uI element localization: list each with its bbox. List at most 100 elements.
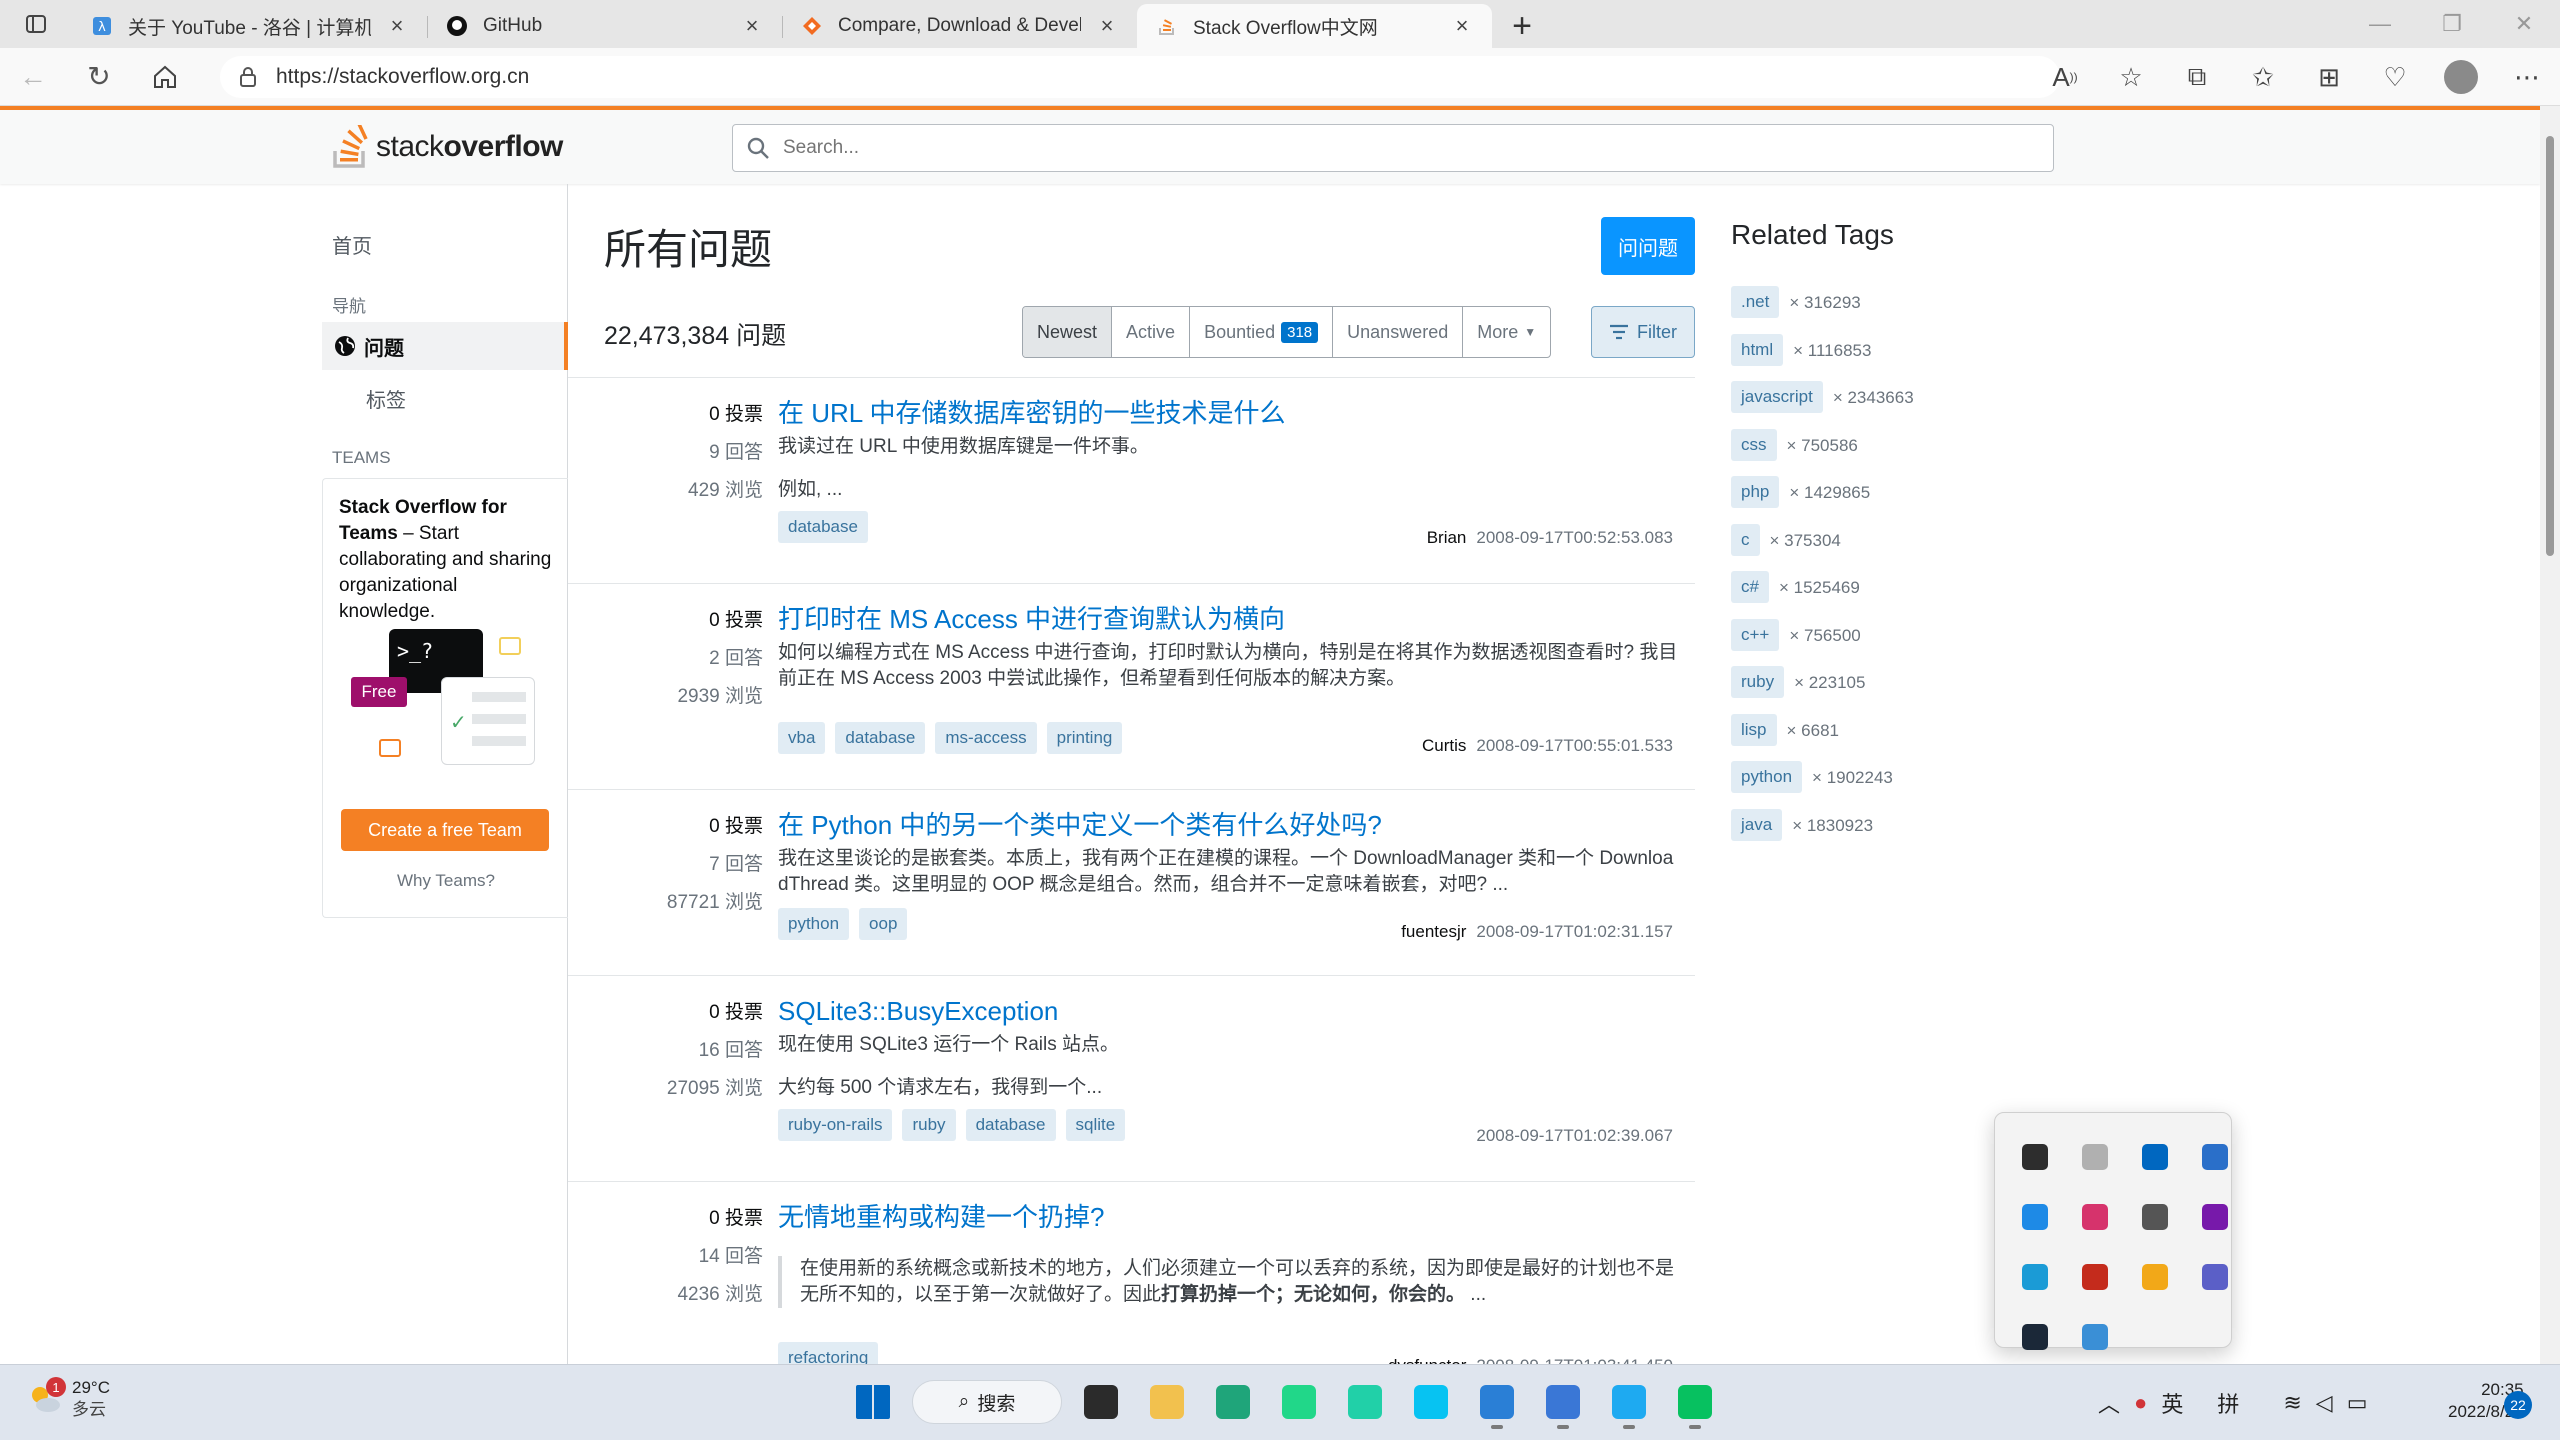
remote-desktop-taskbar-button[interactable] bbox=[1470, 1375, 1524, 1429]
question-title-link[interactable]: 在 URL 中存储数据库密钥的一些技术是什么 bbox=[778, 396, 1678, 430]
user-link[interactable]: fuentesjr bbox=[1401, 922, 1466, 941]
favorites-icon[interactable]: ✩ bbox=[2230, 48, 2296, 106]
weather-widget[interactable]: 1 29°C 多云 bbox=[26, 1377, 110, 1421]
tag-link[interactable]: vba bbox=[778, 722, 826, 754]
tray-item[interactable] bbox=[2129, 1127, 2181, 1187]
more-options-icon[interactable]: ⋯ bbox=[2494, 48, 2560, 106]
page-scrollbar[interactable] bbox=[2540, 106, 2560, 1364]
start-taskbar-button[interactable] bbox=[846, 1375, 900, 1429]
tray-item[interactable] bbox=[2009, 1187, 2061, 1247]
search-input[interactable] bbox=[783, 137, 2053, 159]
minimize-icon[interactable]: — bbox=[2344, 0, 2416, 48]
file-explorer-taskbar-button[interactable] bbox=[1140, 1375, 1194, 1429]
tray-item[interactable] bbox=[2069, 1127, 2121, 1187]
tag-link[interactable]: python bbox=[1731, 761, 1803, 793]
new-tab-button[interactable]: + bbox=[1492, 4, 1552, 48]
qq-tray-icon[interactable]: ● bbox=[2134, 1390, 2147, 1416]
tray-item[interactable] bbox=[2009, 1247, 2061, 1307]
tab-newest[interactable]: Newest bbox=[1023, 307, 1113, 357]
tag-link[interactable]: ms-access bbox=[935, 722, 1037, 754]
add-favorite-icon[interactable]: ☆ bbox=[2098, 48, 2164, 106]
refresh-button[interactable]: ↻ bbox=[66, 48, 132, 106]
pycharm-taskbar-button[interactable] bbox=[1272, 1375, 1326, 1429]
tag-link[interactable]: java bbox=[1731, 808, 1783, 841]
read-aloud-icon[interactable]: A)) bbox=[2032, 48, 2098, 106]
home-button[interactable] bbox=[132, 48, 198, 106]
tag-link[interactable]: python bbox=[778, 908, 850, 940]
tab-active[interactable]: Active bbox=[1112, 307, 1191, 357]
nav-home-link[interactable]: 首页 bbox=[332, 230, 372, 259]
tray-item[interactable] bbox=[2189, 1247, 2241, 1307]
tray-item[interactable] bbox=[2069, 1307, 2121, 1367]
tray-item[interactable] bbox=[2069, 1187, 2121, 1247]
tag-link[interactable]: php bbox=[1731, 476, 1780, 508]
create-team-button[interactable]: Create a free Team bbox=[341, 809, 549, 851]
browser-tab-luogu[interactable]: λ 关于 YouTube - 洛谷 | 计算机科学 × bbox=[72, 4, 427, 48]
profile-button[interactable] bbox=[2428, 48, 2494, 106]
question-title-link[interactable]: 打印时在 MS Access 中进行查询默认为横向 bbox=[778, 602, 1678, 636]
tag-link[interactable]: oop bbox=[859, 908, 908, 940]
tag-link[interactable]: c++ bbox=[1731, 618, 1780, 651]
close-tab-icon[interactable]: × bbox=[1450, 13, 1474, 39]
collections-icon[interactable]: ⊞ bbox=[2296, 48, 2362, 106]
browser-tab-stackoverflow[interactable]: Stack Overflow中文网 × bbox=[1137, 4, 1492, 48]
user-link[interactable]: Curtis bbox=[1422, 736, 1466, 755]
tab-actions-button[interactable] bbox=[0, 0, 72, 48]
close-window-icon[interactable]: ✕ bbox=[2488, 0, 2560, 48]
close-tab-icon[interactable]: × bbox=[740, 13, 764, 39]
wechat-taskbar-button[interactable] bbox=[1668, 1375, 1722, 1429]
battery-icon[interactable]: ▭ bbox=[2347, 1390, 2368, 1416]
user-link[interactable]: Brian bbox=[1427, 528, 1467, 547]
tray-item[interactable] bbox=[2189, 1127, 2241, 1187]
nav-tags-link[interactable]: 标签 bbox=[366, 384, 406, 413]
chevron-up-icon[interactable]: ︿ bbox=[2098, 1387, 2120, 1419]
extensions-icon[interactable]: ⧉ bbox=[2164, 48, 2230, 106]
ime-mode[interactable]: 拼 bbox=[2217, 1387, 2239, 1419]
task-view-taskbar-button[interactable] bbox=[1074, 1375, 1128, 1429]
question-title-link[interactable]: 在 Python 中的另一个类中定义一个类有什么好处吗? bbox=[778, 808, 1678, 842]
browser-tab-github[interactable]: GitHub × bbox=[427, 4, 782, 48]
volume-icon[interactable]: ◁ bbox=[2316, 1390, 2333, 1416]
tag-link[interactable]: html bbox=[1731, 333, 1784, 366]
performance-icon[interactable]: ♡ bbox=[2362, 48, 2428, 106]
why-teams-link[interactable]: Why Teams? bbox=[323, 871, 569, 891]
wifi-icon[interactable]: ≋ bbox=[2283, 1390, 2301, 1416]
qq-taskbar-button[interactable] bbox=[1602, 1375, 1656, 1429]
tag-link[interactable]: .net bbox=[1731, 286, 1780, 318]
close-tab-icon[interactable]: × bbox=[385, 13, 409, 39]
tag-link[interactable]: c bbox=[1731, 523, 1760, 556]
ask-question-button[interactable]: 问问题 bbox=[1601, 217, 1695, 275]
tab-more[interactable]: More ▼ bbox=[1463, 307, 1550, 357]
tag-link[interactable]: css bbox=[1731, 428, 1777, 461]
back-button[interactable]: ← bbox=[0, 48, 66, 106]
maximize-icon[interactable]: ❐ bbox=[2416, 0, 2488, 48]
scrollbar-thumb[interactable] bbox=[2546, 136, 2554, 556]
tag-link[interactable]: database bbox=[965, 1109, 1056, 1141]
site-logo[interactable]: stackoverflow bbox=[332, 122, 563, 172]
tag-link[interactable]: sqlite bbox=[1065, 1109, 1126, 1141]
snipping-taskbar-button[interactable] bbox=[1536, 1375, 1590, 1429]
tab-bountied[interactable]: Bountied 318 bbox=[1190, 307, 1334, 357]
tag-link[interactable]: database bbox=[778, 511, 868, 543]
tag-link[interactable]: printing bbox=[1046, 722, 1123, 754]
edge-dev-taskbar-button[interactable] bbox=[1206, 1375, 1260, 1429]
tray-item[interactable] bbox=[2189, 1187, 2241, 1247]
tab-unanswered[interactable]: Unanswered bbox=[1333, 307, 1464, 357]
tag-link[interactable]: ruby bbox=[1731, 666, 1785, 698]
nav-questions-link[interactable]: 问题 bbox=[322, 322, 568, 370]
clion-taskbar-button[interactable] bbox=[1338, 1375, 1392, 1429]
question-title-link[interactable]: 无情地重构或构建一个扔掉? bbox=[778, 1200, 1678, 1234]
tag-link[interactable]: lisp bbox=[1731, 713, 1777, 746]
tray-item[interactable] bbox=[2129, 1247, 2181, 1307]
question-title-link[interactable]: SQLite3::BusyException bbox=[778, 994, 1678, 1028]
browser-tab-compare[interactable]: Compare, Download & Develop × bbox=[782, 4, 1137, 48]
tag-link[interactable]: c# bbox=[1731, 571, 1769, 603]
tag-link[interactable]: ruby bbox=[902, 1109, 956, 1141]
notification-badge[interactable]: 22 bbox=[2504, 1391, 2532, 1419]
tag-link[interactable]: ruby-on-rails bbox=[778, 1109, 893, 1141]
taskbar-search-button[interactable]: ⌕ 搜索 bbox=[912, 1380, 1062, 1424]
tray-item[interactable] bbox=[2009, 1127, 2061, 1187]
ime-language[interactable]: 英 bbox=[2161, 1387, 2183, 1419]
tray-item[interactable] bbox=[2129, 1187, 2181, 1247]
tray-item[interactable] bbox=[2069, 1247, 2121, 1307]
